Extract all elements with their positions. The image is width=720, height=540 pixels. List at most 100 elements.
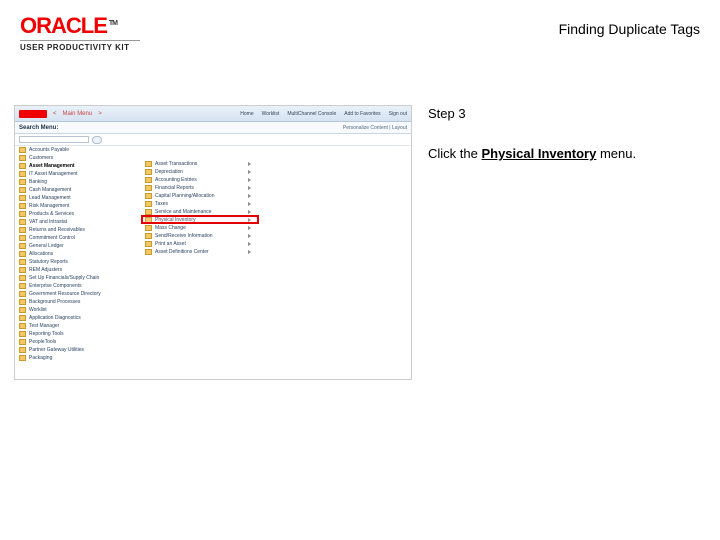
folder-icon [19,275,26,281]
tree-item[interactable]: Commitment Control [19,234,139,242]
folder-icon [19,323,26,329]
subtree-item[interactable]: Taxes [145,200,255,208]
subtree-item-label: Mass Change [155,225,186,231]
chevron-right-icon [248,202,251,206]
subtree-item[interactable]: Asset Definitions Center [145,248,255,256]
tree-item-label: Set Up Financials/Supply Chain [29,275,99,281]
tree-item[interactable]: REM Adjusters [19,266,139,274]
tree-item[interactable]: Reporting Tools [19,330,139,338]
tree-item[interactable]: Products & Services [19,210,139,218]
chevron-right-icon [248,194,251,198]
folder-icon [19,171,26,177]
doc-header: ORACLE TM USER PRODUCTIVITY KIT Finding … [20,15,700,52]
search-row [15,134,411,146]
trademark: TM [109,20,117,27]
tree-item[interactable]: Application Diagnostics [19,314,139,322]
chevron-right-icon [248,210,251,214]
nav-tree: Accounts PayableCustomersAsset Managemen… [19,146,139,362]
folder-icon [19,195,26,201]
tree-item[interactable]: Set Up Financials/Supply Chain [19,274,139,282]
tree-item-label: Cash Management [29,187,71,193]
tree-item-label: Background Processes [29,299,80,305]
folder-icon [145,161,152,167]
subtree-item-label: Depreciation [155,169,183,175]
subtree-item[interactable]: Accounting Entries [145,176,255,184]
crumb-back[interactable]: < [53,111,57,117]
tree-item-label: Packaging [29,355,52,361]
chevron-right-icon [248,242,251,246]
top-action-signout[interactable]: Sign out [389,111,407,117]
tree-item-label: Worklist [29,307,47,313]
subtree-item[interactable]: Mass Change [145,224,255,232]
crumb-caret: > [98,111,102,117]
folder-icon [19,331,26,337]
tree-item[interactable]: Accounts Payable [19,146,139,154]
search-input[interactable] [19,136,89,143]
subtree-item-label: Accounting Entries [155,177,197,183]
tree-item-label: Test Manager [29,323,59,329]
folder-icon [19,219,26,225]
tree-item-label: Accounts Payable [29,147,69,153]
tree-item[interactable]: Risk Management [19,202,139,210]
brand-text: ORACLE [20,15,107,37]
subtree-item[interactable]: Send/Receive Information [145,232,255,240]
tree-item[interactable]: Partner Gateway Utilities [19,346,139,354]
subtree-item-label: Print an Asset [155,241,186,247]
tree-item[interactable]: Government Resource Directory [19,290,139,298]
tree-item-label: Asset Management [29,163,75,169]
oracle-logo: ORACLE TM [20,15,140,37]
tree-item[interactable]: Banking [19,178,139,186]
top-action-worklist[interactable]: Worklist [262,111,280,117]
tree-item[interactable]: Returns and Receivables [19,226,139,234]
chevron-right-icon [248,170,251,174]
tree-item-label: Returns and Receivables [29,227,85,233]
tree-item[interactable]: Lead Management [19,194,139,202]
chevron-right-icon [248,250,251,254]
app-mini-logo [19,110,47,118]
search-bar: Search Menu: Personalize Content | Layou… [15,122,411,134]
tree-item-label: General Ledger [29,243,64,249]
search-go-button[interactable] [92,136,102,144]
top-action-home[interactable]: Home [240,111,253,117]
subtree-item[interactable]: Service and Maintenance [145,208,255,216]
folder-icon [145,249,152,255]
tree-item[interactable]: Worklist [19,306,139,314]
subtree-item[interactable]: Capital Planning/Allocation [145,192,255,200]
subtree-item-label: Asset Transactions [155,161,197,167]
subtree-item[interactable]: Physical Inventory [145,216,255,224]
top-action-console[interactable]: MultiChannel Console [287,111,336,117]
tree-item[interactable]: VAT and Intrastat [19,218,139,226]
personalize-link[interactable]: Personalize Content | Layout [343,125,407,131]
chevron-right-icon [248,226,251,230]
tree-item[interactable]: Background Processes [19,298,139,306]
tree-item-label: Application Diagnostics [29,315,81,321]
tree-item[interactable]: IT Asset Management [19,170,139,178]
tree-item[interactable]: Packaging [19,354,139,362]
tree-item-label: Banking [29,179,47,185]
folder-icon [19,339,26,345]
crumb-main-menu[interactable]: Main Menu [63,111,93,117]
folder-icon [19,227,26,233]
subtree-item-label: Physical Inventory [155,217,196,223]
tree-item[interactable]: General Ledger [19,242,139,250]
tree-item[interactable]: Allocations [19,250,139,258]
tree-item[interactable]: Test Manager [19,322,139,330]
tree-item[interactable]: Statutory Reports [19,258,139,266]
tree-item[interactable]: Asset Management [19,162,139,170]
subtree-item[interactable]: Print an Asset [145,240,255,248]
tree-item[interactable]: Cash Management [19,186,139,194]
tree-item-label: Products & Services [29,211,74,217]
instruction-suffix: menu. [596,146,636,161]
folder-icon [145,209,152,215]
tree-item[interactable]: Customers [19,154,139,162]
subtree-item[interactable]: Depreciation [145,168,255,176]
tree-item[interactable]: PeopleTools [19,338,139,346]
subtree-item[interactable]: Asset Transactions [145,160,255,168]
folder-icon [145,177,152,183]
folder-icon [145,241,152,247]
folder-icon [19,203,26,209]
folder-icon [19,187,26,193]
subtree-item[interactable]: Financial Reports [145,184,255,192]
top-action-favorites[interactable]: Add to Favorites [344,111,380,117]
tree-item[interactable]: Enterprise Components [19,282,139,290]
